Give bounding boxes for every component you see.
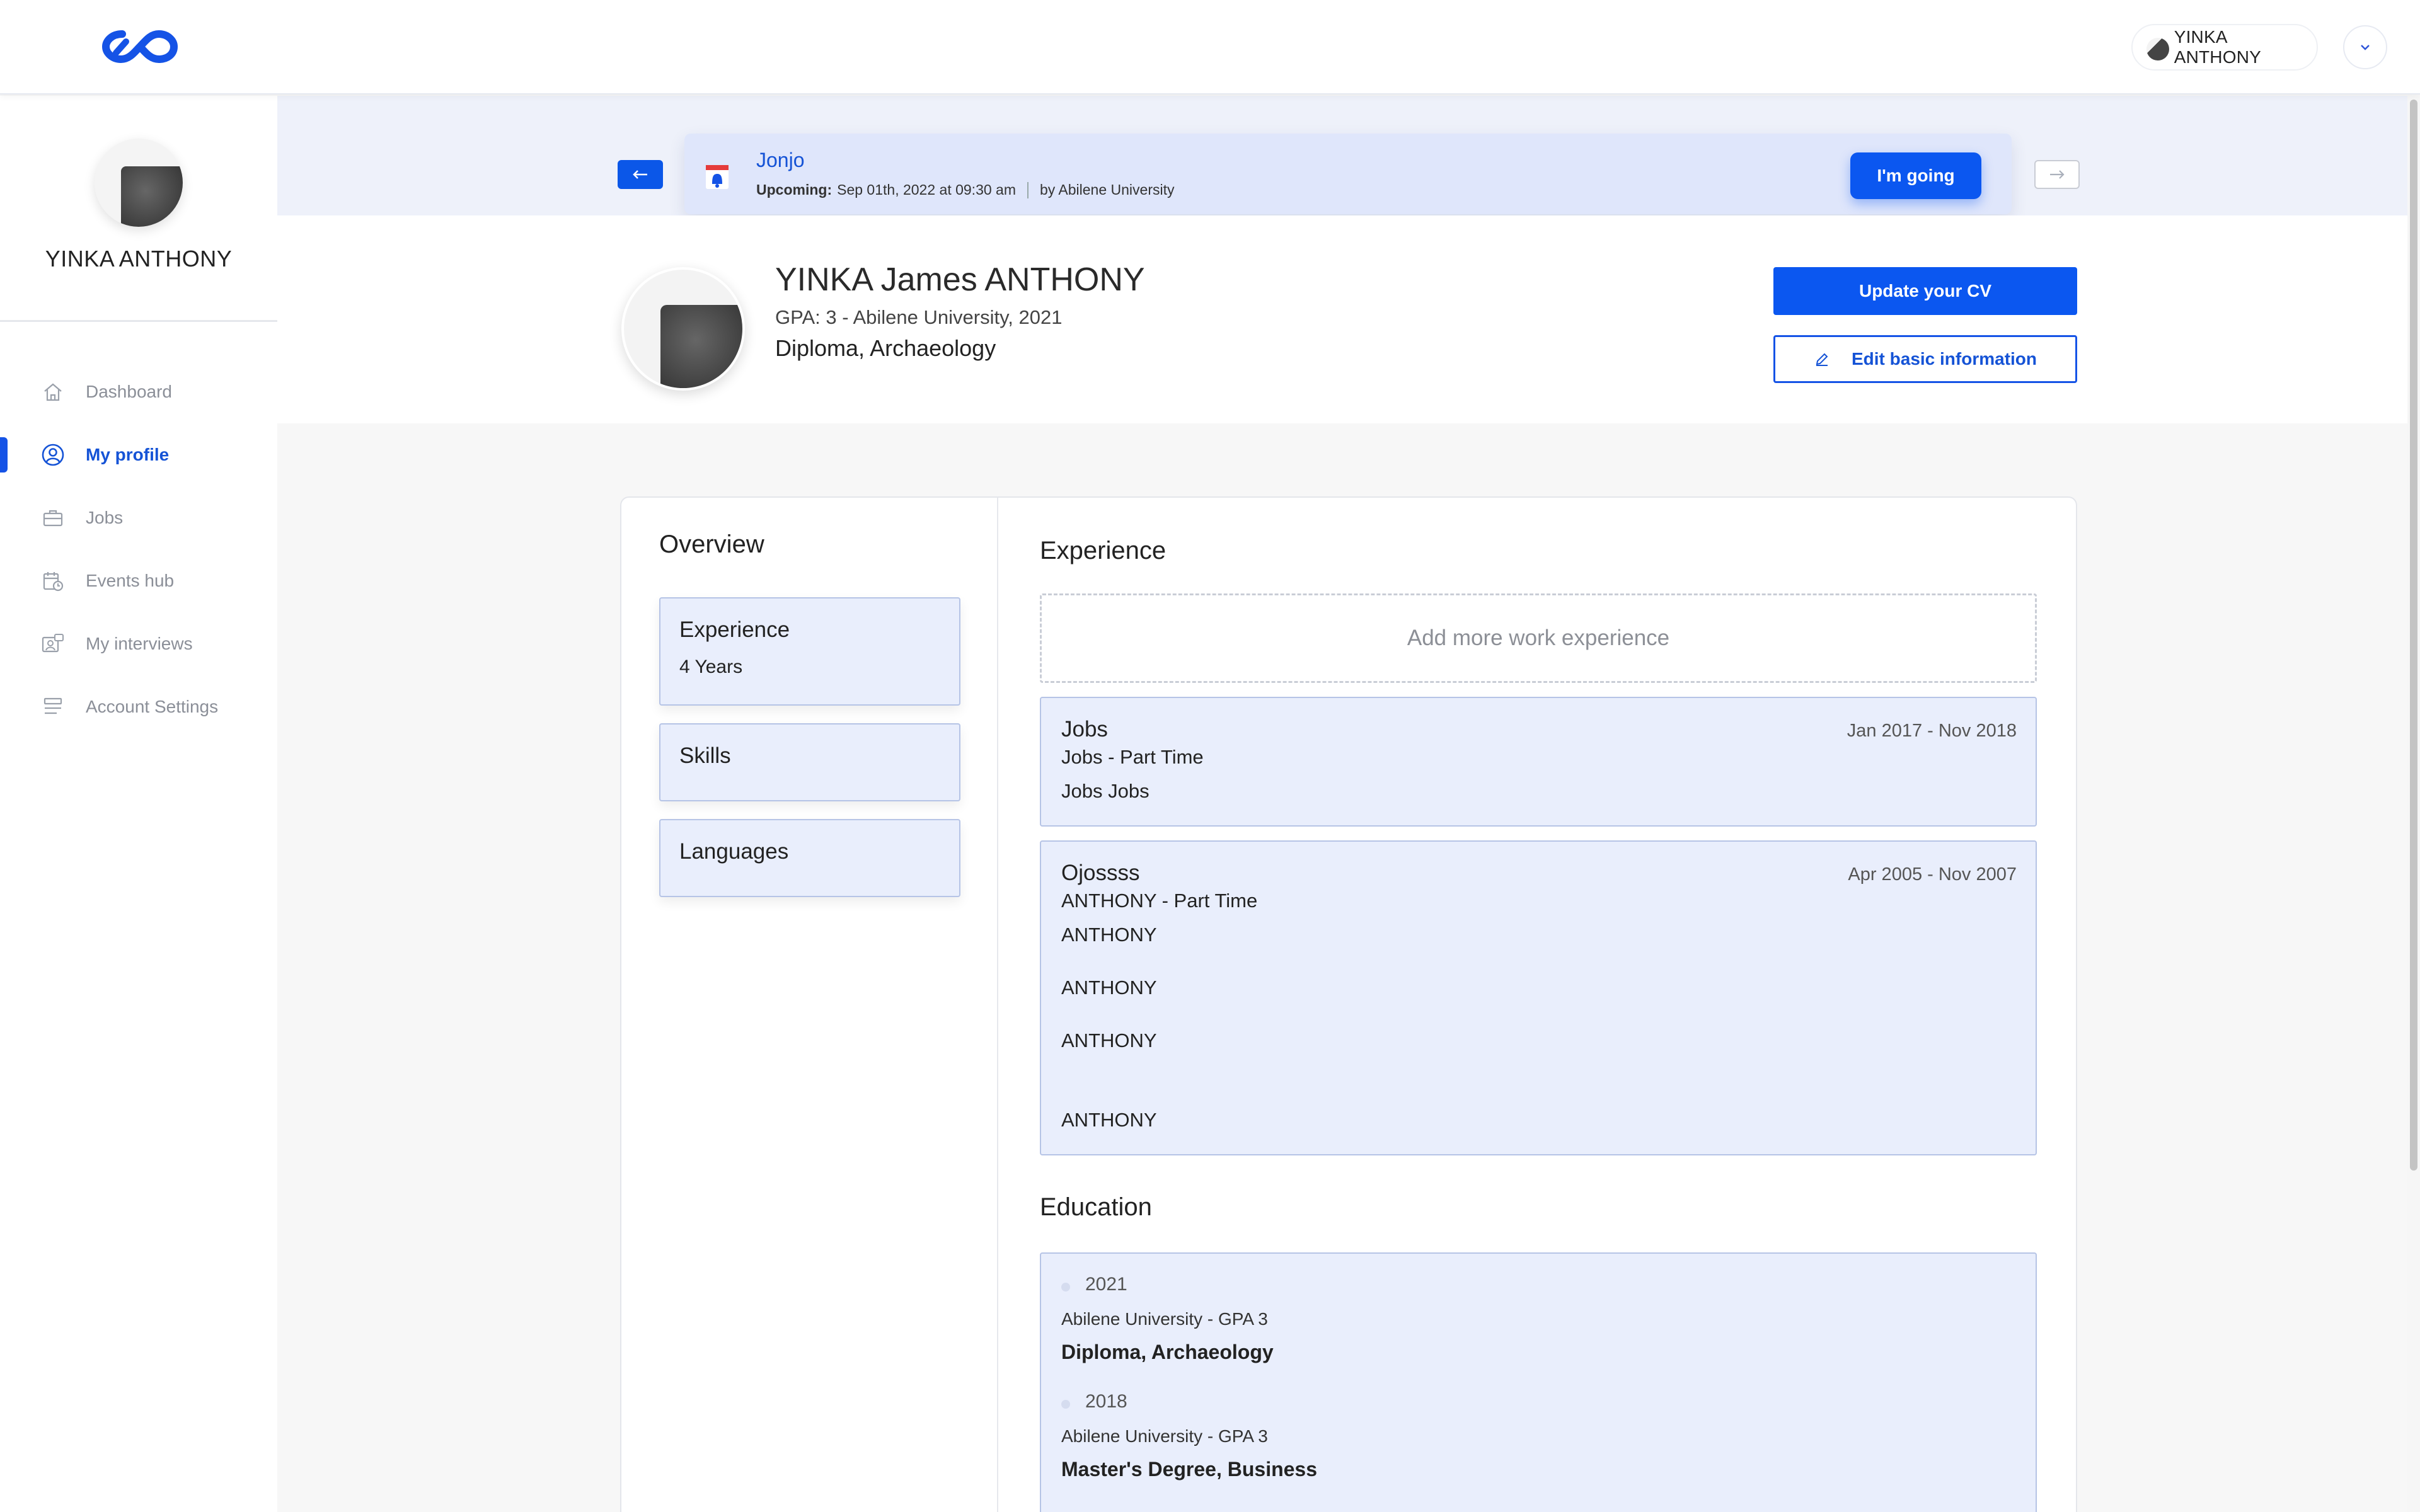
sidebar-item-label: My profile — [86, 445, 170, 464]
chevron-down-icon[interactable] — [2343, 25, 2387, 69]
avatar — [2146, 38, 2169, 60]
sidebar-user-name: YINKA ANTHONY — [45, 246, 233, 272]
divider — [1027, 181, 1028, 198]
timeline-dot — [1061, 1400, 1070, 1409]
home-icon — [40, 379, 66, 404]
education-degree: Master's Degree, Business — [1061, 1458, 1318, 1480]
sidebar-item-my-profile[interactable]: My profile — [0, 423, 277, 486]
education-degree: Diploma, Archaeology — [1061, 1341, 1274, 1363]
education-year: 2018 — [1085, 1391, 1127, 1412]
profile-avatar — [621, 267, 745, 391]
overview-box-subtitle: 4 Years — [679, 656, 743, 677]
education-year: 2021 — [1085, 1274, 1127, 1295]
overview-panel: Overview Experience 4 Years Skills Langu… — [621, 498, 998, 1512]
profile-gpa-line: GPA: 3 - Abilene University, 2021 — [775, 306, 1063, 328]
scrollbar-thumb[interactable] — [2410, 100, 2417, 1171]
sidebar-item-label: Dashboard — [86, 382, 172, 401]
profile-full-name: YINKA James ANTHONY — [775, 261, 1145, 298]
sidebar-item-jobs[interactable]: Jobs — [0, 486, 277, 549]
event-title[interactable]: Jonjo — [756, 149, 805, 172]
experience-item[interactable]: Ojossss Apr 2005 - Nov 2007 ANTHONY - Pa… — [1040, 840, 2037, 1155]
user-circle-icon — [40, 442, 66, 467]
top-bar: YINKA ANTHONY — [0, 0, 2420, 94]
calendar-clock-icon — [40, 568, 66, 593]
im-going-button[interactable]: I'm going — [1850, 152, 1981, 199]
profile-degree: Diploma, Archaeology — [775, 335, 996, 361]
profile-header: YINKA James ANTHONY GPA: 3 - Abilene Uni… — [277, 215, 2420, 423]
upcoming-label: Upcoming: — [756, 181, 833, 198]
add-work-experience-button[interactable]: Add more work experience — [1040, 593, 2037, 683]
edit-basic-information-button[interactable]: Edit basic information — [1773, 335, 2077, 383]
sidebar-item-my-interviews[interactable]: My interviews — [0, 612, 277, 675]
experience-title: Experience — [1040, 537, 1167, 564]
event-date: Sep 01th, 2022 at 09:30 am — [837, 181, 1016, 198]
user-name: YINKA ANTHONY — [2174, 27, 2261, 67]
infinity-logo[interactable] — [101, 25, 179, 68]
overview-box-title: Experience — [679, 617, 790, 642]
sidebar-avatar — [95, 139, 183, 227]
education-school: Abilene University - GPA 3 — [1061, 1309, 1268, 1329]
experience-dates: Jan 2017 - Nov 2018 — [1847, 721, 2017, 741]
experience-item[interactable]: Jobs Jan 2017 - Nov 2018 Jobs - Part Tim… — [1040, 697, 2037, 827]
experience-dates: Apr 2005 - Nov 2007 — [1848, 864, 2017, 885]
timeline-dot — [1061, 1283, 1070, 1292]
sidebar-item-dashboard[interactable]: Dashboard — [0, 360, 277, 423]
experience-line: Jobs Jobs — [1061, 780, 1150, 802]
page-scrollbar[interactable] — [2407, 96, 2420, 1512]
overview-title: Overview — [659, 530, 764, 558]
event-organizer: by Abilene University — [1040, 181, 1175, 198]
overview-languages[interactable]: Languages — [659, 819, 960, 897]
divider — [0, 320, 277, 322]
sidebar-item-label: Account Settings — [86, 697, 219, 716]
interview-icon — [40, 631, 66, 656]
sidebar-nav: Dashboard My profile Jobs Events hub My … — [0, 360, 277, 738]
update-cv-button[interactable]: Update your CV — [1773, 267, 2077, 315]
arrow-left-icon[interactable] — [618, 160, 663, 189]
experience-line: ANTHONY — [1061, 976, 1157, 999]
education-card: 2021 Abilene University - GPA 3 Diploma,… — [1040, 1252, 2037, 1512]
experience-company: Jobs — [1061, 717, 1108, 742]
experience-line: ANTHONY - Part Time — [1061, 890, 1258, 912]
user-menu-pill[interactable]: YINKA ANTHONY — [2131, 24, 2318, 71]
education-title: Education — [1040, 1193, 1152, 1221]
experience-company: Ojossss — [1061, 861, 1140, 885]
event-card[interactable]: Jonjo Upcoming: Sep 01th, 2022 at 09:30 … — [684, 134, 2012, 214]
edit-basic-information-label: Edit basic information — [1851, 349, 2037, 369]
event-meta: Upcoming: Sep 01th, 2022 at 09:30 am by … — [756, 181, 1175, 198]
experience-line: ANTHONY — [1061, 1029, 1157, 1051]
sidebar-item-label: Jobs — [86, 508, 124, 527]
overview-box-title: Skills — [679, 743, 731, 768]
sidebar: YINKA ANTHONY Dashboard My profile Jobs … — [0, 96, 277, 1512]
experience-line: ANTHONY — [1061, 1109, 1157, 1131]
education-school: Abilene University - GPA 3 — [1061, 1426, 1268, 1446]
arrow-right-icon[interactable] — [2034, 160, 2080, 189]
sidebar-item-label: Events hub — [86, 571, 175, 590]
profile-content-card: Overview Experience 4 Years Skills Langu… — [620, 496, 2077, 1512]
sidebar-item-events-hub[interactable]: Events hub — [0, 549, 277, 612]
overview-experience[interactable]: Experience 4 Years — [659, 597, 960, 706]
overview-skills[interactable]: Skills — [659, 723, 960, 801]
sidebar-item-label: My interviews — [86, 634, 193, 653]
sidebar-item-account-settings[interactable]: Account Settings — [0, 675, 277, 738]
bell-calendar-icon — [705, 163, 730, 190]
experience-line: Jobs - Part Time — [1061, 746, 1204, 768]
overview-box-title: Languages — [679, 839, 789, 864]
briefcase-icon — [40, 505, 66, 530]
experience-line: ANTHONY — [1061, 924, 1157, 946]
settings-list-icon — [40, 694, 66, 719]
pencil-icon — [1814, 351, 1830, 367]
